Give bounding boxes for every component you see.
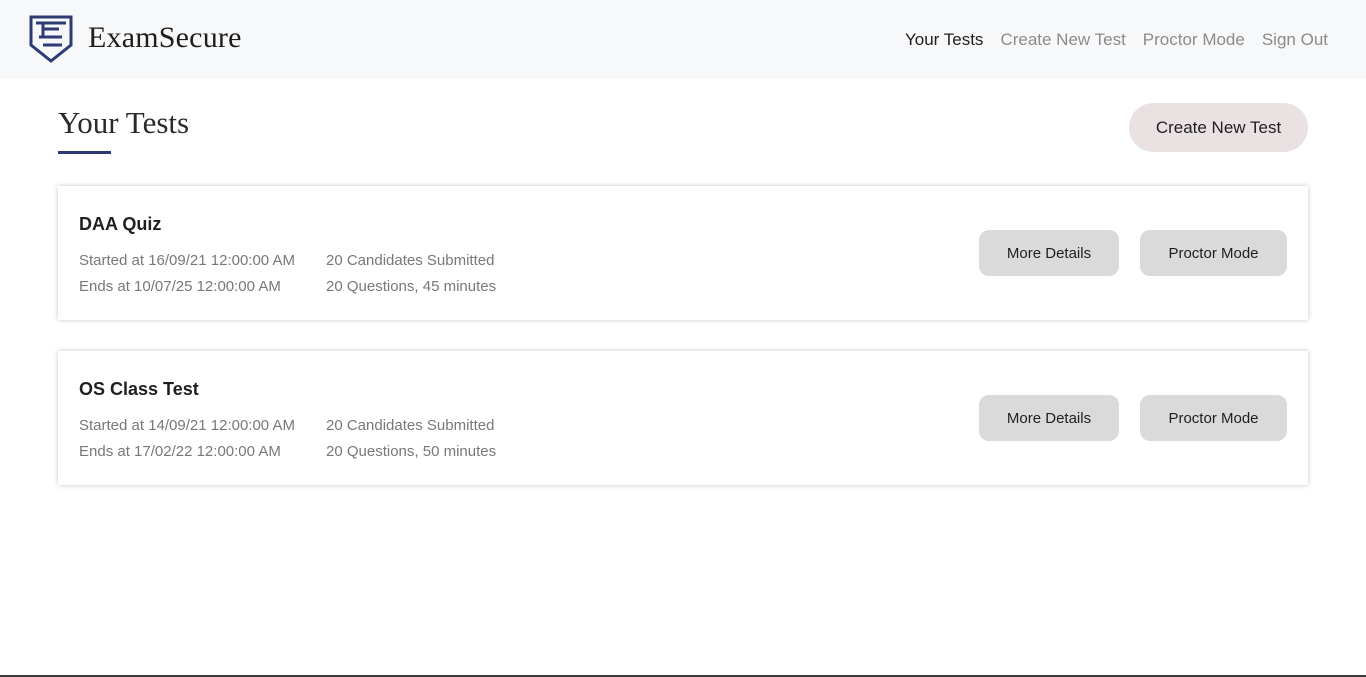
test-name: DAA Quiz xyxy=(79,214,162,234)
proctor-mode-button[interactable]: Proctor Mode xyxy=(1140,230,1287,276)
test-start-time: Started at 16/09/21 12:00:00 AM xyxy=(79,252,295,269)
test-name: OS Class Test xyxy=(79,379,199,399)
test-start-time: Started at 14/09/21 12:00:00 AM xyxy=(79,417,295,434)
title-underline xyxy=(58,151,111,154)
create-new-test-button[interactable]: Create New Test xyxy=(1129,103,1308,152)
test-card: OS Class Test Started at 14/09/21 12:00:… xyxy=(58,351,1308,485)
test-candidates-count: 20 Candidates Submitted xyxy=(326,417,495,434)
nav-links: Your Tests Create New Test Proctor Mode … xyxy=(905,28,1328,52)
test-candidates-count: 20 Candidates Submitted xyxy=(326,252,495,269)
proctor-mode-button[interactable]: Proctor Mode xyxy=(1140,395,1287,441)
page-title: Your Tests xyxy=(58,105,190,140)
nav-sign-out[interactable]: Sign Out xyxy=(1262,28,1328,52)
test-questions-duration: 20 Questions, 50 minutes xyxy=(326,443,497,460)
top-navbar: ExamSecure Your Tests Create New Test Pr… xyxy=(0,0,1366,79)
nav-proctor-mode[interactable]: Proctor Mode xyxy=(1143,28,1245,52)
more-details-button[interactable]: More Details xyxy=(979,395,1119,441)
test-card: DAA Quiz Started at 16/09/21 12:00:00 AM… xyxy=(58,186,1308,320)
shield-e-logo-icon[interactable] xyxy=(29,15,73,63)
nav-create-new-test[interactable]: Create New Test xyxy=(1000,28,1125,52)
brand-name[interactable]: ExamSecure xyxy=(88,19,242,57)
test-end-time: Ends at 17/02/22 12:00:00 AM xyxy=(79,443,281,460)
test-questions-duration: 20 Questions, 45 minutes xyxy=(326,278,497,295)
test-end-time: Ends at 10/07/25 12:00:00 AM xyxy=(79,278,281,295)
nav-your-tests[interactable]: Your Tests xyxy=(905,28,983,52)
more-details-button[interactable]: More Details xyxy=(979,230,1119,276)
